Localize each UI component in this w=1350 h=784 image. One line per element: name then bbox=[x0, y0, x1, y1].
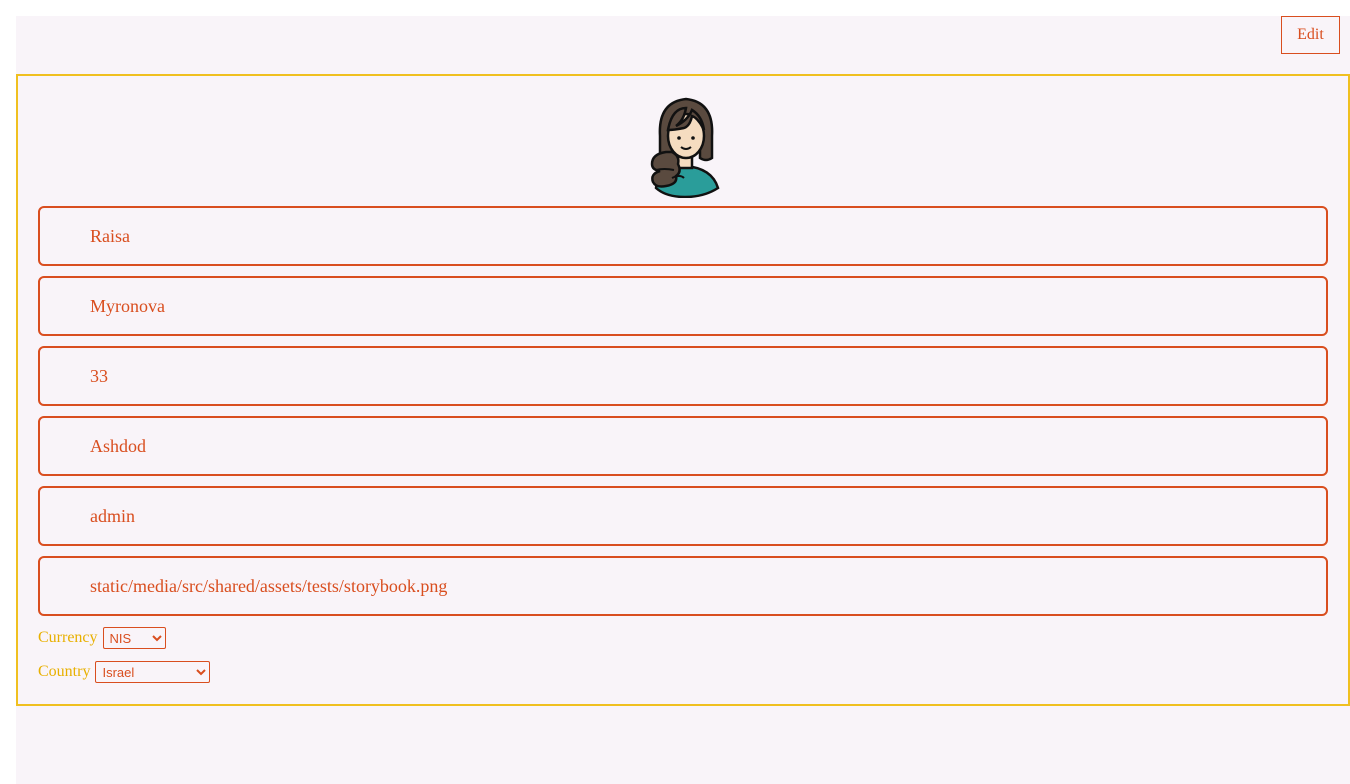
currency-select[interactable]: NIS bbox=[102, 627, 166, 649]
age-field[interactable]: 33 bbox=[38, 346, 1328, 406]
woman-avatar-icon bbox=[650, 97, 720, 198]
first-name-field[interactable]: Raisa bbox=[38, 206, 1328, 266]
currency-row: Currency NIS bbox=[38, 626, 166, 650]
profile-card: Raisa Myronova 33 Ashdod admin static/me… bbox=[16, 74, 1350, 706]
country-row: Country Israel bbox=[38, 660, 211, 684]
city-field[interactable]: Ashdod bbox=[38, 416, 1328, 476]
avatar-path-field[interactable]: static/media/src/shared/assets/tests/sto… bbox=[38, 556, 1328, 616]
country-label: Country bbox=[38, 663, 91, 680]
currency-label: Currency bbox=[38, 629, 98, 646]
last-name-field[interactable]: Myronova bbox=[38, 276, 1328, 336]
profile-page: Edit Raisa Myronova 33 Ashdod admin stat… bbox=[16, 16, 1350, 784]
edit-button[interactable]: Edit bbox=[1281, 16, 1340, 54]
country-select[interactable]: Israel bbox=[95, 661, 211, 683]
role-field[interactable]: admin bbox=[38, 486, 1328, 546]
